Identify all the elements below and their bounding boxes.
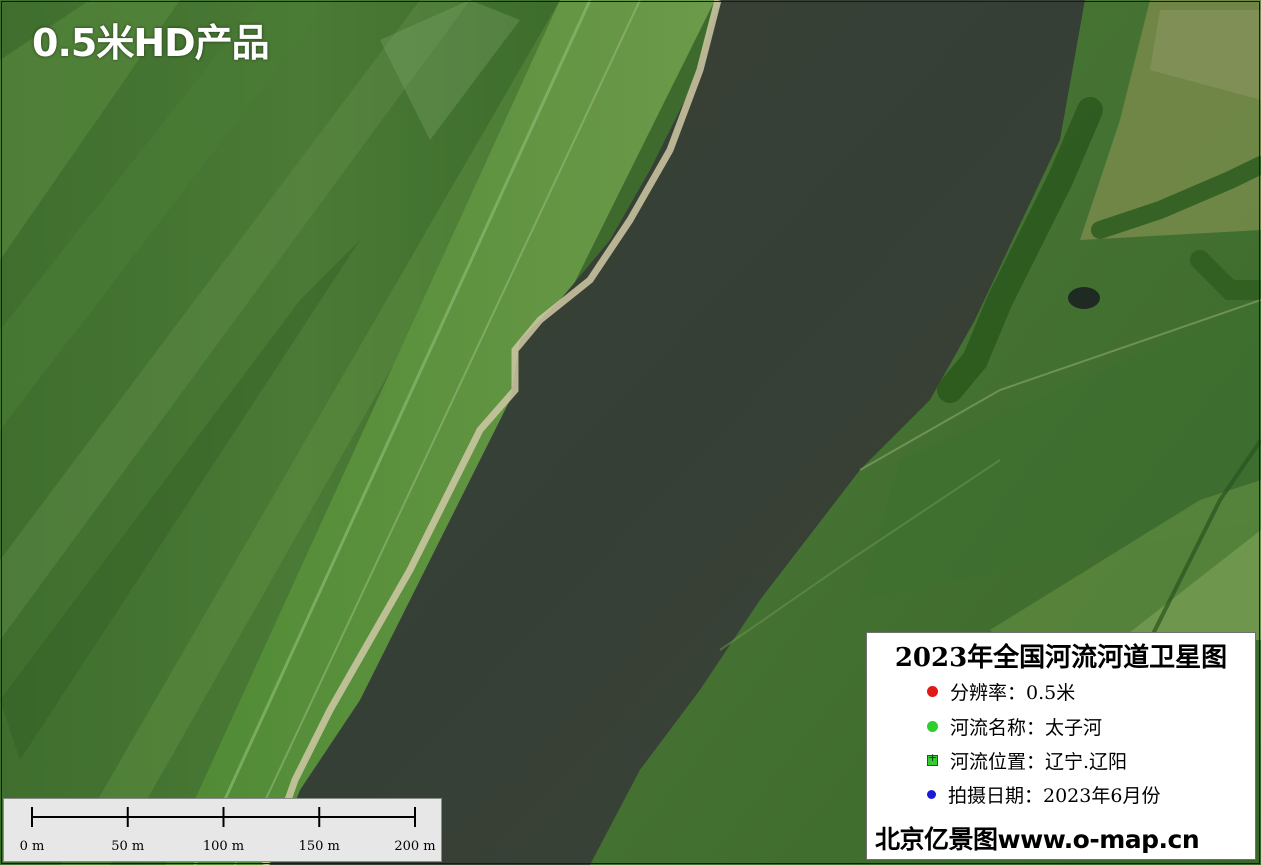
green-square-marker-icon xyxy=(927,751,938,766)
pond xyxy=(1068,287,1100,309)
legend-item-river-location: 河流位置：辽宁.辽阳 xyxy=(927,747,1127,773)
scale-label: 50 m xyxy=(111,839,144,854)
scale-label: 0 m xyxy=(20,839,45,854)
legend-item-capture-date: 拍摄日期：2023年6月份 xyxy=(927,781,1160,807)
satellite-map[interactable]: 0.5米HD产品 0 m 50 m 100 m 150 m 200 m 2023… xyxy=(0,0,1261,865)
green-dot-icon xyxy=(927,720,938,732)
red-dot-icon xyxy=(927,685,938,697)
blue-dot-icon xyxy=(927,789,936,799)
legend-panel: 2023年全国河流河道卫星图 分辨率：0.5米 河流名称：太子河 河流位置：辽宁… xyxy=(866,632,1256,860)
legend-item-label: 河流名称：太子河 xyxy=(950,716,1103,739)
scale-bar: 0 m 50 m 100 m 150 m 200 m xyxy=(3,798,442,862)
scale-label: 200 m xyxy=(394,839,435,854)
legend-title: 2023年全国河流河道卫星图 xyxy=(894,643,1228,673)
scale-label: 150 m xyxy=(299,839,340,854)
legend-item-label: 分辨率：0.5米 xyxy=(950,681,1076,704)
product-label: 0.5米HD产品 xyxy=(32,21,270,65)
scale-label: 100 m xyxy=(203,839,244,854)
legend-item-label: 拍摄日期：2023年6月份 xyxy=(948,784,1161,807)
legend-item-resolution: 分辨率：0.5米 xyxy=(927,678,1075,704)
legend-item-label: 河流位置：辽宁.辽阳 xyxy=(950,750,1128,773)
legend-item-river-name: 河流名称：太子河 xyxy=(927,713,1102,739)
legend-credit: 北京亿景图www.o-map.cn xyxy=(875,825,1200,854)
